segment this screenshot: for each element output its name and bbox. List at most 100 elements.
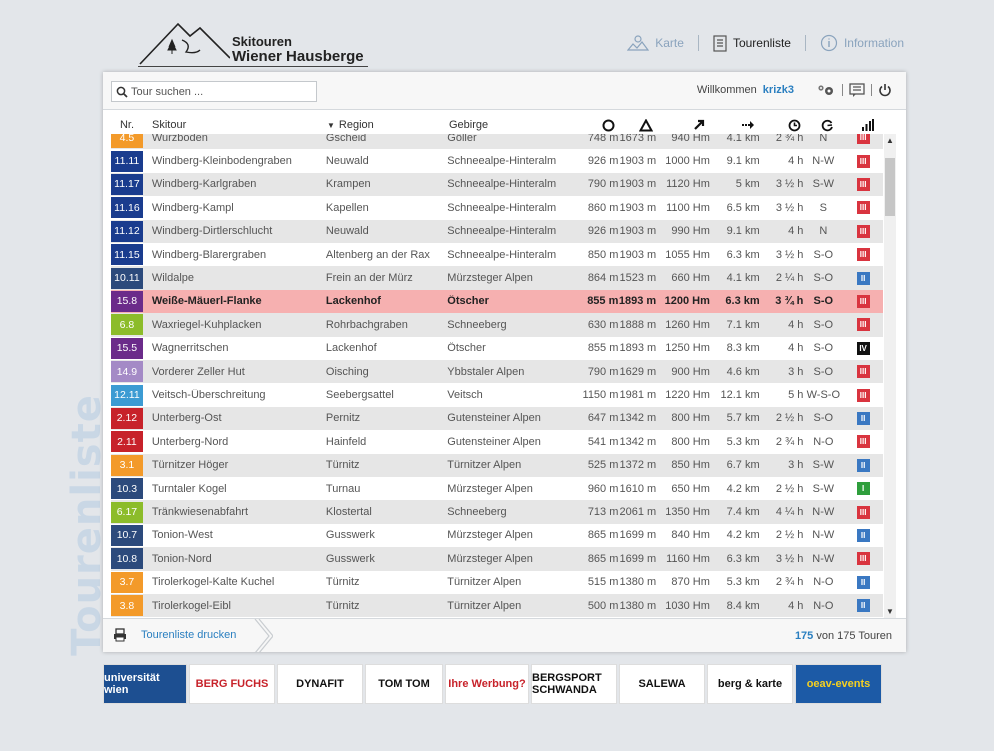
table-row[interactable]: 11.12 Windberg-Dirtlerschlucht Neuwald Schn… xyxy=(111,219,883,243)
tour-gebirge: Schneealpe-Hinteralm xyxy=(447,201,557,214)
tour-region: Hainfeld xyxy=(325,435,367,448)
table-row[interactable]: 14.9 Vorderer Zeller Hut Oisching Ybbstaler… xyxy=(111,360,883,384)
tour-name: Tonion-West xyxy=(151,529,213,542)
nav-tourenliste[interactable]: Tourenliste xyxy=(713,34,791,52)
tour-number: 4.5 xyxy=(111,134,143,149)
username-link[interactable]: krizk3 xyxy=(763,84,794,96)
table-row[interactable]: 11.16 Windberg-Kampl Kapellen Schneealpe-Hi… xyxy=(111,196,883,220)
col-duration[interactable] xyxy=(763,116,807,134)
elevation-gain: 1160 Hm xyxy=(666,552,710,565)
peak-height: 1342 m xyxy=(619,412,657,425)
peak-height: 1893 m xyxy=(618,295,657,308)
scroll-down-icon[interactable]: ▼ xyxy=(886,607,894,616)
start-height: 790 m xyxy=(587,178,619,191)
tour-gebirge: Schneealpe-Hinteralm xyxy=(447,248,557,261)
col-gebirge[interactable]: Gebirge xyxy=(445,116,567,134)
elevation-gain: 840 Hm xyxy=(671,529,710,542)
table-row[interactable]: 11.17 Windberg-Karlgraben Krampen Schneealp… xyxy=(111,172,883,197)
exposure: S-O xyxy=(813,295,834,308)
sponsor-logo[interactable]: DYNAFIT xyxy=(277,664,363,704)
start-height: 647 m xyxy=(587,412,619,425)
elevation-gain: 1000 Hm xyxy=(665,155,710,168)
settings-gear-icon[interactable] xyxy=(816,83,836,97)
start-height: 926 m xyxy=(587,225,619,238)
tour-number: 14.9 xyxy=(111,361,143,383)
table-row[interactable]: 3.8 Tirolerkogel-Eibl Türnitz Türnitzer Alp… xyxy=(111,594,883,618)
tour-number: 11.15 xyxy=(111,244,143,266)
duration: 2 ¾ h xyxy=(775,576,804,589)
start-height: 515 m xyxy=(587,576,619,589)
sponsor-logo[interactable]: Ihre Werbung? xyxy=(445,664,529,704)
col-elevation-gain[interactable] xyxy=(659,116,713,134)
tour-number: 15.5 xyxy=(111,337,143,359)
exposure: S xyxy=(819,201,827,214)
sponsor-logo[interactable]: BERG FUCHS xyxy=(189,664,275,704)
table-row[interactable]: 10.3 Turntaler Kogel Turnau Mürzsteger Alpe… xyxy=(111,477,883,501)
tour-gebirge: Türnitzer Alpen xyxy=(447,459,522,472)
sponsor-logo[interactable]: oeav-events xyxy=(795,664,882,704)
footer-chevron-icon xyxy=(254,619,273,653)
peak-height: 1699 m xyxy=(619,552,657,565)
table-row[interactable]: 10.8 Tonion-Nord Gusswerk Mürzsteger Alpen 8… xyxy=(111,547,883,571)
table-row[interactable]: 4.5 Wurzboden Gscheid Göller 748 m 1673 m 940 … xyxy=(111,134,883,150)
info-icon xyxy=(820,34,838,52)
table-row[interactable]: 11.11 Windberg-Kleinbodengraben Neuwald Sch… xyxy=(111,149,883,173)
top-navigation: Karte Tourenliste Information xyxy=(627,34,904,52)
logo-line2: Wiener Hausberge xyxy=(232,48,364,65)
scroll-thumb[interactable] xyxy=(885,158,895,216)
col-difficulty[interactable] xyxy=(847,116,887,134)
print-button[interactable]: Tourenliste drucken xyxy=(113,628,236,642)
table-row[interactable]: 6.8 Waxriegel-Kuhplacken Rohrbachgraben Sch… xyxy=(111,313,883,337)
logo[interactable]: Skitouren Wiener Hausberge xyxy=(138,14,368,70)
sponsor-logo[interactable]: SALEWA xyxy=(619,664,705,704)
sponsor-logo[interactable]: TOM TOM xyxy=(365,664,443,704)
nav-karte[interactable]: Karte xyxy=(627,34,684,52)
tour-gebirge: Gutensteiner Alpen xyxy=(447,412,541,425)
search-input[interactable] xyxy=(131,85,311,98)
nav-information[interactable]: Information xyxy=(820,34,904,52)
table-row[interactable]: 3.7 Tirolerkogel-Kalte Kuchel Türnitz Türni… xyxy=(111,570,883,594)
message-icon[interactable] xyxy=(849,83,865,97)
difficulty-badge: I xyxy=(856,482,870,496)
col-distance[interactable] xyxy=(713,116,763,134)
table-row[interactable]: 11.15 Windberg-Blarergraben Altenberg an d… xyxy=(111,243,883,267)
scroll-up-icon[interactable]: ▲ xyxy=(886,136,894,145)
difficulty-badge: II xyxy=(856,271,870,285)
search-box[interactable] xyxy=(111,81,317,102)
table-row[interactable]: 10.7 Tonion-West Gusswerk Mürzsteger Alpen 8… xyxy=(111,523,883,548)
exposure: N-W xyxy=(812,155,835,168)
table-row[interactable]: 2.11 Unterberg-Nord Hainfeld Gutensteiner A… xyxy=(111,430,883,454)
col-region[interactable]: ▼ Region xyxy=(323,116,445,134)
table-row[interactable]: 6.17 Tränkwiesenabfahrt Klostertal Schneebe… xyxy=(111,500,883,524)
sponsor-logo[interactable]: berg & karte xyxy=(707,664,793,704)
difficulty-badge: III xyxy=(856,154,870,168)
table-row[interactable]: 12.11 Veitsch-Überschreitung Seebergsattel… xyxy=(111,383,883,407)
table-row[interactable]: 3.1 Türnitzer Höger Türnitz Türnitzer Alpen… xyxy=(111,453,883,477)
toolbar: Willkommen krizk3 xyxy=(103,72,906,110)
sponsor-logo[interactable]: BERGSPORT SCHWANDA xyxy=(531,664,617,704)
tour-name: Wurzboden xyxy=(151,134,208,144)
col-exposure[interactable] xyxy=(807,116,847,134)
distance: 6.3 km xyxy=(726,248,760,261)
table-row[interactable]: 15.8 Weiße-Mäuerl-Flanke Lackenhof Ötscher 8… xyxy=(111,289,883,314)
table-row[interactable]: 10.11 Wildalpe Frein an der Mürz Mürzsteger… xyxy=(111,266,883,290)
table-row[interactable]: 15.5 Wagnerritschen Lackenhof Ötscher 855 m1… xyxy=(111,336,883,360)
tour-name: Unterberg-Nord xyxy=(151,435,229,448)
sponsor-logo[interactable]: universität wien xyxy=(103,664,187,704)
power-icon[interactable] xyxy=(878,83,892,97)
elevation-gain: 990 Hm xyxy=(671,225,710,238)
elevation-gain: 850 Hm xyxy=(671,459,710,472)
col-peak-height[interactable] xyxy=(621,116,659,134)
start-height: 855 m xyxy=(587,295,619,308)
difficulty-cell: III xyxy=(843,177,883,191)
distance: 6.7 km xyxy=(726,459,760,472)
distance: 9.1 km xyxy=(726,225,760,238)
col-skitour[interactable]: Skitour xyxy=(143,116,323,134)
col-nr[interactable]: Nr. xyxy=(111,116,143,134)
table-row[interactable]: 2.12 Unterberg-Ost Pernitz Gutensteiner Alp… xyxy=(111,406,883,431)
exposure: N xyxy=(819,225,828,238)
tour-gebirge: Schneeberg xyxy=(447,318,507,331)
ascent-arrow-icon xyxy=(694,119,705,130)
table-scrollbar[interactable]: ▲ ▼ xyxy=(884,134,896,618)
col-start-height[interactable] xyxy=(567,116,621,134)
